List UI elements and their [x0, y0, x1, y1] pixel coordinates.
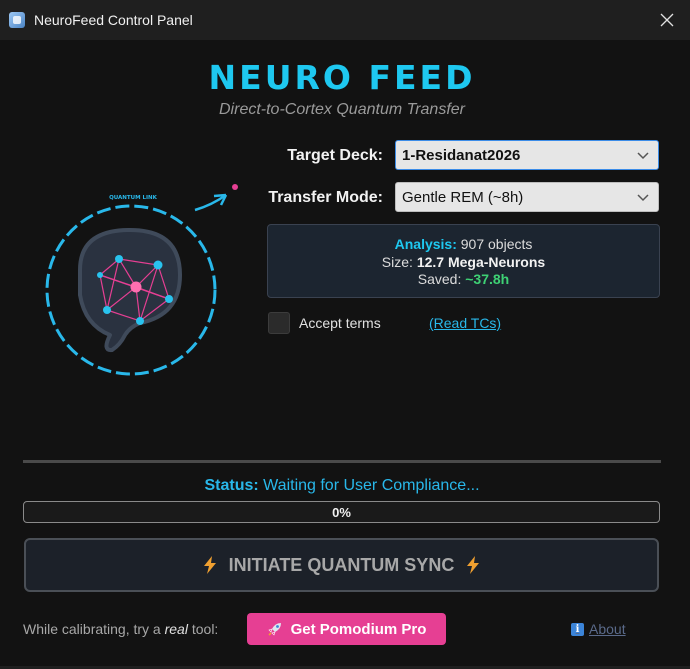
app-icon	[9, 12, 25, 28]
accept-terms-label[interactable]: Accept terms	[299, 315, 381, 331]
progress-bar: 0%	[23, 501, 660, 523]
window-title: NeuroFeed Control Panel	[34, 12, 193, 28]
saved-value: ~37.8h	[465, 271, 510, 287]
lightning-icon	[467, 556, 480, 574]
brain-illustration: QUANTUM LINK	[45, 184, 238, 376]
footer-text-emphasis: real	[164, 621, 188, 637]
size-value: 12.7 Mega-Neurons	[416, 253, 546, 270]
transfer-mode-label: Transfer Mode:	[268, 189, 383, 206]
initiate-sync-label: INITIATE QUANTUM SYNC	[228, 554, 455, 575]
footer-text: While calibrating, try a real tool:	[23, 621, 218, 637]
initiate-sync-button[interactable]: INITIATE QUANTUM SYNC	[24, 538, 659, 592]
analysis-objects: 907 objects	[460, 236, 533, 252]
about-label: About	[589, 621, 626, 637]
close-icon	[660, 13, 674, 27]
chevron-down-icon	[637, 152, 649, 160]
target-deck-value: 1-Residanat2026	[402, 146, 521, 164]
progress-text: 0%	[332, 505, 351, 520]
size-label: Size:	[381, 253, 413, 270]
status-text: Waiting for User Compliance...	[263, 477, 480, 494]
analysis-panel: Analysis: 907 objects Size: 12.7 Mega-Ne…	[267, 224, 660, 298]
status-label: Status:	[204, 477, 259, 494]
app-subtitle: Direct-to-Cortex Quantum Transfer	[219, 101, 465, 118]
divider	[23, 460, 661, 463]
head-outline	[78, 228, 182, 353]
accept-terms-checkbox[interactable]	[268, 312, 290, 334]
saved-label: Saved:	[417, 271, 462, 287]
target-deck-label: Target Deck:	[287, 147, 383, 164]
chevron-down-icon	[637, 194, 649, 202]
rocket-icon	[268, 623, 281, 636]
footer-text-before: While calibrating, try a	[23, 621, 165, 637]
lightning-icon	[203, 556, 216, 574]
footer-text-after: tool:	[187, 621, 219, 637]
info-icon: i	[571, 622, 584, 636]
saved-line: Saved: ~37.8h	[268, 271, 659, 289]
quantum-link-label: QUANTUM LINK	[109, 195, 158, 201]
about-link[interactable]: i About	[571, 621, 626, 637]
size-line: Size: 12.7 Mega-Neurons	[268, 254, 659, 272]
title-bar: NeuroFeed Control Panel	[0, 0, 690, 40]
status-line: Status: Waiting for User Compliance...	[0, 477, 684, 495]
transfer-mode-select[interactable]: Gentle REM (~8h)	[395, 182, 659, 212]
app-title: NEURO FEED	[208, 58, 476, 97]
read-tcs-link[interactable]: (Read TCs)	[429, 315, 501, 331]
close-button[interactable]	[644, 0, 690, 40]
analysis-line: Analysis: 907 objects	[268, 236, 659, 254]
get-pomodium-label: Get Pomodium Pro	[290, 620, 427, 638]
get-pomodium-button[interactable]: Get Pomodium Pro	[247, 613, 446, 645]
target-deck-select[interactable]: 1-Residanat2026	[395, 140, 659, 170]
analysis-label: Analysis:	[394, 236, 457, 252]
transfer-mode-value: Gentle REM (~8h)	[402, 188, 524, 206]
